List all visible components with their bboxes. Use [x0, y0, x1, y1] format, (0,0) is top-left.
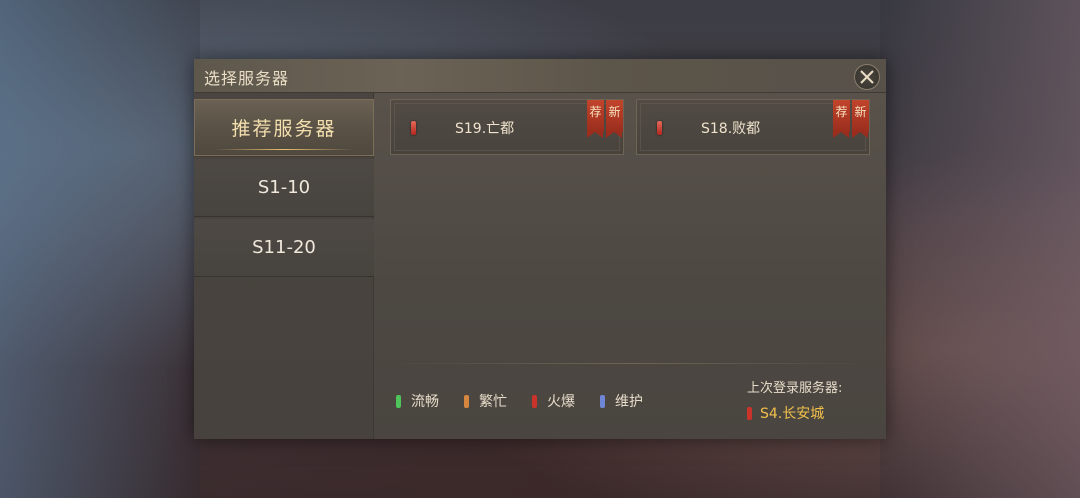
background-blur-right: [880, 0, 1080, 498]
background-blur-left: [0, 0, 200, 498]
last-login-server[interactable]: S4.长安城: [747, 403, 824, 423]
status-indicator: [411, 121, 416, 135]
legend-hot-indicator: [532, 394, 537, 408]
legend-maintenance: 维护: [600, 391, 643, 411]
legend-smooth-indicator: [396, 394, 401, 408]
server-card[interactable]: S18.败都 荐 新: [636, 99, 870, 155]
recommended-tag: 荐: [833, 100, 850, 138]
status-indicator: [657, 121, 662, 135]
legend-label: 维护: [615, 394, 643, 410]
legend-label: 流畅: [411, 394, 439, 410]
new-tag: 新: [852, 100, 869, 138]
legend-busy-indicator: [464, 394, 469, 408]
close-icon: [860, 70, 874, 84]
sidebar-item-label: 推荐服务器: [231, 118, 337, 140]
dialog-title: 选择服务器: [204, 69, 290, 88]
server-group-sidebar: 推荐服务器 S1-10 S11-20: [194, 93, 374, 439]
server-select-dialog: 选择服务器 推荐服务器 S1-10 S11-20 S19.亡都 荐 新 S18.…: [194, 59, 886, 439]
sidebar-item-label: S11-20: [252, 237, 316, 258]
close-button[interactable]: [854, 64, 880, 90]
legend-hot: 火爆: [532, 391, 575, 411]
legend-label: 火爆: [547, 394, 575, 410]
legend-label: 繁忙: [479, 394, 507, 410]
sidebar-item-s11-20[interactable]: S11-20: [194, 219, 374, 277]
server-name: S19.亡都: [455, 121, 515, 137]
last-login-label: 上次登录服务器:: [747, 381, 843, 396]
legend-smooth: 流畅: [396, 391, 439, 411]
server-card[interactable]: S19.亡都 荐 新: [390, 99, 624, 155]
sidebar-item-recommended[interactable]: 推荐服务器: [194, 99, 374, 157]
recommended-tag: 荐: [587, 100, 604, 138]
footer-divider: [386, 363, 874, 364]
legend-busy: 繁忙: [464, 391, 507, 411]
server-name: S18.败都: [701, 121, 761, 137]
sidebar-item-s1-10[interactable]: S1-10: [194, 159, 374, 217]
dialog-header: 选择服务器: [194, 59, 886, 93]
status-indicator: [747, 406, 752, 420]
legend-maintenance-indicator: [600, 394, 605, 408]
new-tag: 新: [606, 100, 623, 138]
last-login-server-name: S4.长安城: [760, 406, 825, 422]
sidebar-item-label: S1-10: [257, 177, 311, 198]
